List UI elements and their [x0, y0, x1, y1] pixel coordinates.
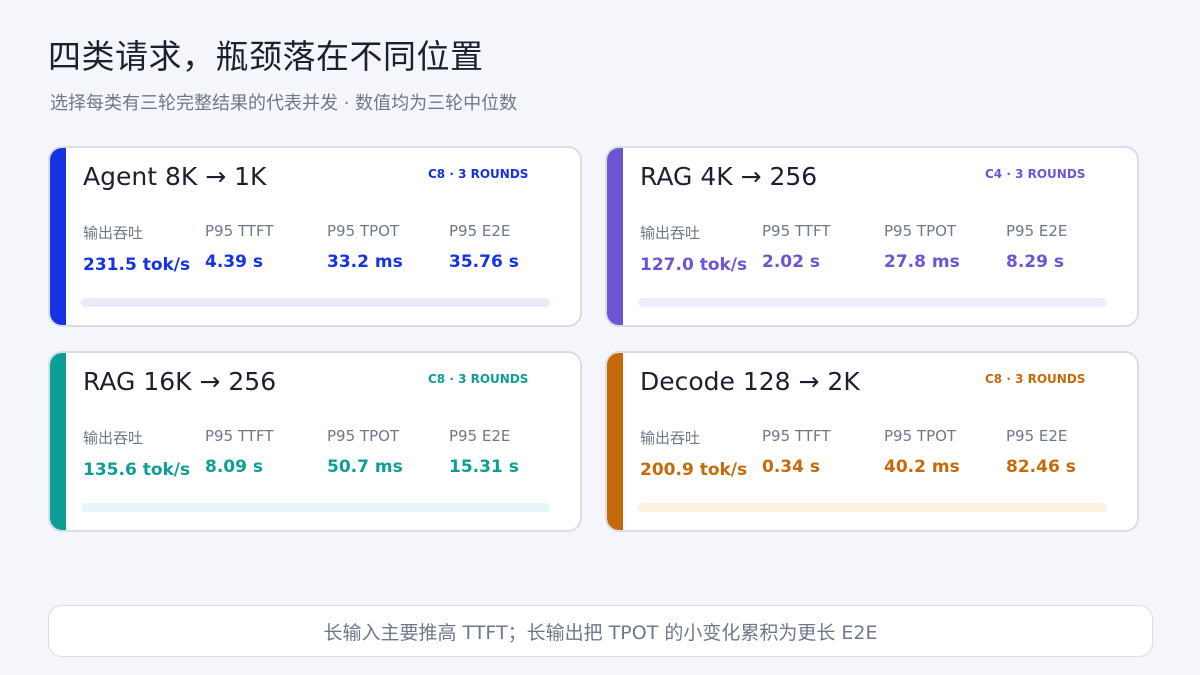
metric-value: 8.29 s [1006, 252, 1064, 272]
metric: 输出吞吐 200.9 tok/s [640, 427, 758, 480]
metric: P95 TPOT 33.2 ms [327, 222, 445, 272]
metric: P95 TPOT 27.8 ms [884, 222, 1002, 272]
footer-note: 长输入主要推高 TTFT；长输出把 TPOT 的小变化累积为更长 E2E [48, 605, 1153, 657]
scenario-card: RAG 16K → 256 C8 · 3 ROUNDS 输出吞吐 135.6 tok/… [48, 351, 582, 532]
metric-value: 35.76 s [449, 252, 519, 272]
metric-label: P95 TPOT [327, 222, 400, 240]
scenario-card: Agent 8K → 1K C8 · 3 ROUNDS 输出吞吐 231.5 tok/… [48, 146, 582, 327]
metric: P95 E2E 15.31 s [449, 427, 567, 477]
metric-value: 27.8 ms [884, 252, 960, 272]
card-accent-stripe [607, 148, 623, 325]
scenario-card: RAG 4K → 256 C4 · 3 ROUNDS 输出吞吐 127.0 tok/s… [605, 146, 1139, 327]
metric-value: 135.6 tok/s [83, 460, 191, 480]
card-accent-stripe [50, 353, 66, 530]
metric-label: P95 E2E [449, 222, 511, 240]
concurrency-badge: C4 · 3 ROUNDS [985, 167, 1086, 181]
footer-text: 长输入主要推高 TTFT；长输出把 TPOT 的小变化累积为更长 E2E [323, 621, 878, 644]
metric-value: 15.31 s [449, 457, 519, 477]
metric-value: 200.9 tok/s [640, 460, 748, 480]
metric-label: P95 TPOT [327, 427, 400, 445]
metric-label: P95 TTFT [762, 222, 831, 240]
metric-value: 0.34 s [762, 457, 820, 477]
metric-label: P95 E2E [449, 427, 511, 445]
metric: P95 TPOT 40.2 ms [884, 427, 1002, 477]
metric: P95 TPOT 50.7 ms [327, 427, 445, 477]
card-progress-track [81, 503, 550, 512]
scenario-card: Decode 128 → 2K C8 · 3 ROUNDS 输出吞吐 200.9 to… [605, 351, 1139, 532]
metric-label: P95 TTFT [762, 427, 831, 445]
card-progress-track [638, 503, 1107, 512]
card-progress-track [81, 298, 550, 307]
metric: P95 E2E 82.46 s [1006, 427, 1124, 477]
metric-label: 输出吞吐 [640, 224, 701, 242]
card-title: RAG 16K → 256 [83, 367, 277, 396]
metric-value: 8.09 s [205, 457, 263, 477]
card-accent-stripe [607, 353, 623, 530]
metric-label: P95 E2E [1006, 427, 1068, 445]
metric-value: 4.39 s [205, 252, 263, 272]
metric-value: 82.46 s [1006, 457, 1076, 477]
metric-value: 127.0 tok/s [640, 255, 748, 275]
metric-label: P95 E2E [1006, 222, 1068, 240]
metric: P95 TTFT 2.02 s [762, 222, 880, 272]
metric-label: P95 TPOT [884, 427, 957, 445]
concurrency-badge: C8 · 3 ROUNDS [428, 372, 529, 386]
page-subtitle: 选择每类有三轮完整结果的代表并发 · 数值均为三轮中位数 [50, 93, 518, 114]
metric-value: 231.5 tok/s [83, 255, 191, 275]
metric-label: 输出吞吐 [640, 429, 701, 447]
metric-value: 40.2 ms [884, 457, 960, 477]
metric-value: 2.02 s [762, 252, 820, 272]
metric-label: 输出吞吐 [83, 224, 144, 242]
metric-value: 50.7 ms [327, 457, 403, 477]
metric: P95 TTFT 0.34 s [762, 427, 880, 477]
metric-label: 输出吞吐 [83, 429, 144, 447]
page-title: 四类请求，瓶颈落在不同位置 [48, 37, 484, 76]
metric-value: 33.2 ms [327, 252, 403, 272]
card-title: Agent 8K → 1K [83, 162, 267, 191]
metric: 输出吞吐 231.5 tok/s [83, 222, 201, 275]
metric: P95 TTFT 4.39 s [205, 222, 323, 272]
metric: P95 E2E 35.76 s [449, 222, 567, 272]
card-title: RAG 4K → 256 [640, 162, 818, 191]
metric-label: P95 TTFT [205, 222, 274, 240]
card-progress-track [638, 298, 1107, 307]
metric-label: P95 TPOT [884, 222, 957, 240]
concurrency-badge: C8 · 3 ROUNDS [428, 167, 529, 181]
metric-label: P95 TTFT [205, 427, 274, 445]
metric: 输出吞吐 135.6 tok/s [83, 427, 201, 480]
card-title: Decode 128 → 2K [640, 367, 860, 396]
metric: P95 E2E 8.29 s [1006, 222, 1124, 272]
metric: 输出吞吐 127.0 tok/s [640, 222, 758, 275]
concurrency-badge: C8 · 3 ROUNDS [985, 372, 1086, 386]
card-accent-stripe [50, 148, 66, 325]
metric: P95 TTFT 8.09 s [205, 427, 323, 477]
